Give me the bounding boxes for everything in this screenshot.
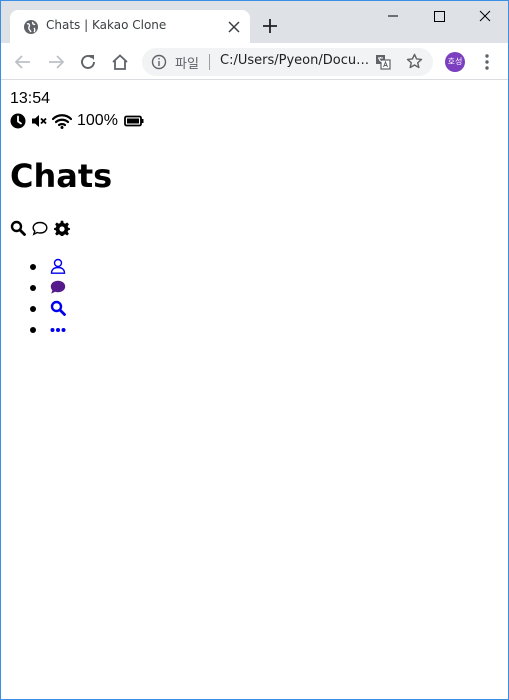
home-icon[interactable] bbox=[111, 53, 129, 71]
chats-tab-link[interactable] bbox=[50, 279, 66, 295]
reload-icon[interactable] bbox=[79, 53, 97, 71]
browser-menu-icon[interactable] bbox=[479, 53, 495, 71]
close-tab-icon[interactable] bbox=[227, 20, 241, 34]
new-tab-icon[interactable] bbox=[262, 18, 278, 34]
wifi-icon bbox=[52, 114, 72, 129]
back-arrow-icon[interactable] bbox=[14, 53, 32, 71]
profile-avatar[interactable]: 호성 bbox=[445, 52, 465, 72]
translate-icon[interactable] bbox=[375, 54, 391, 70]
friends-tab-link[interactable] bbox=[50, 258, 66, 274]
search-icon bbox=[50, 300, 66, 316]
browser-tab[interactable]: Chats | Kakao Clone bbox=[10, 10, 250, 43]
user-icon bbox=[50, 258, 66, 274]
battery-icon bbox=[124, 115, 144, 127]
address-bar[interactable]: 파일 C:/Users/Pyeon/Documents/kakao-clone/… bbox=[142, 48, 433, 76]
browser-window: Chats | Kakao Clone 파일 C:/Users/Pyeon/Do… bbox=[0, 0, 509, 700]
comment-icon bbox=[50, 280, 66, 294]
info-icon[interactable] bbox=[151, 54, 167, 70]
header-actions bbox=[10, 219, 76, 237]
window-close-icon[interactable] bbox=[462, 1, 508, 31]
maximize-icon[interactable] bbox=[416, 1, 462, 31]
globe-icon bbox=[24, 20, 38, 34]
omnibox-divider bbox=[209, 54, 210, 70]
status-time: 13:54 bbox=[10, 90, 51, 107]
page-content: 13:54 100% Chats bbox=[1, 81, 508, 699]
scheme-label: 파일 bbox=[175, 57, 199, 72]
forward-arrow-icon[interactable] bbox=[47, 53, 65, 71]
battery-percent: 100% bbox=[77, 112, 118, 129]
tab-strip: Chats | Kakao Clone bbox=[1, 1, 508, 43]
tab-title: Chats | Kakao Clone bbox=[46, 18, 167, 32]
minimize-icon[interactable] bbox=[370, 1, 416, 31]
more-tab-link[interactable] bbox=[50, 321, 66, 337]
chat-bubble-icon[interactable] bbox=[32, 220, 48, 236]
find-tab-link[interactable] bbox=[50, 300, 66, 316]
volume-mute-icon bbox=[32, 115, 47, 127]
ellipsis-icon bbox=[50, 328, 66, 332]
bookmark-star-icon[interactable] bbox=[406, 53, 423, 70]
gear-icon[interactable] bbox=[54, 220, 70, 236]
browser-toolbar: 파일 C:/Users/Pyeon/Documents/kakao-clone/… bbox=[1, 43, 508, 80]
clock-icon bbox=[10, 113, 26, 129]
page-title: Chats bbox=[10, 157, 113, 195]
status-bar: 100% bbox=[10, 111, 149, 131]
url-text[interactable]: C:/Users/Pyeon/Documents/kakao-clone/cha… bbox=[220, 53, 370, 68]
search-icon[interactable] bbox=[10, 220, 26, 236]
